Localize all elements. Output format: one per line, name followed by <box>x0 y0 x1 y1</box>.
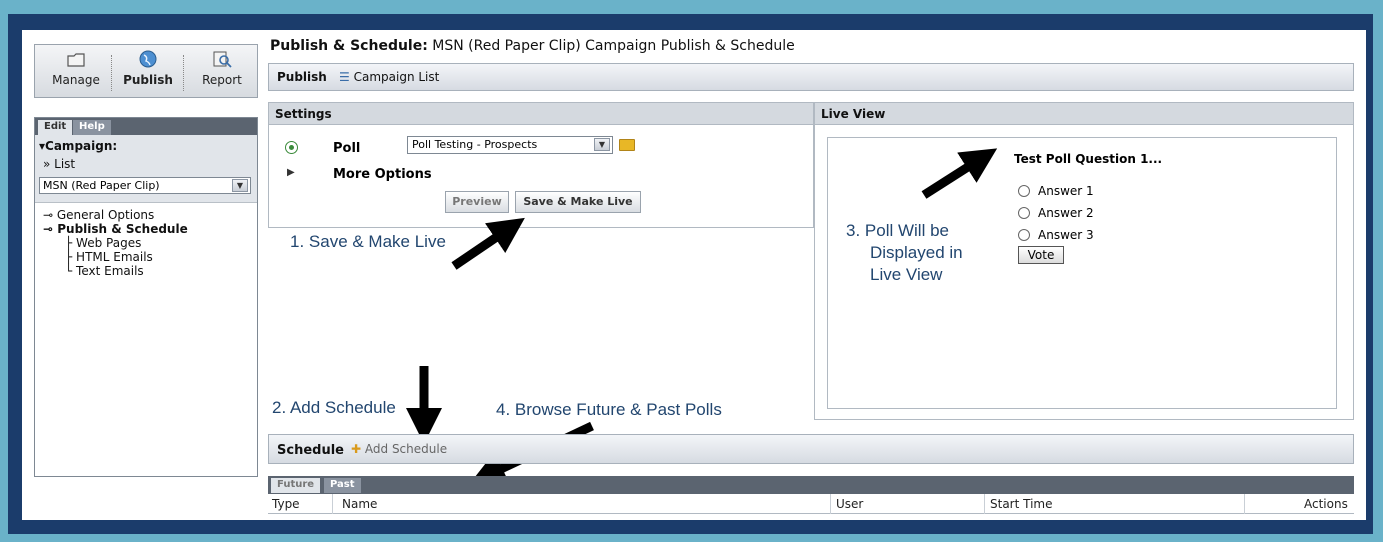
plus-icon: ✚ <box>351 442 362 456</box>
column-user[interactable]: User <box>836 497 863 511</box>
column-start-time[interactable]: Start Time <box>990 497 1053 511</box>
column-actions[interactable]: Actions <box>1304 497 1348 511</box>
schedule-bar: Schedule ✚ Add Schedule <box>268 434 1354 464</box>
tab-future[interactable]: Future <box>271 478 321 493</box>
tab-past[interactable]: Past <box>324 478 361 493</box>
column-type[interactable]: Type <box>272 497 300 511</box>
column-divider <box>984 494 985 514</box>
column-divider <box>1244 494 1245 514</box>
column-divider <box>332 494 333 514</box>
app-window: Manage Publish Report Edit Help ▾Campaig… <box>22 30 1366 520</box>
schedule-table-header: Type Name User Start Time Actions <box>268 494 1354 514</box>
add-schedule-button[interactable]: ✚ Add Schedule <box>351 442 447 456</box>
arrow-to-poll-question <box>921 148 998 199</box>
schedule-tabs: Future Past <box>268 476 1354 494</box>
column-divider <box>830 494 831 514</box>
arrow-to-save-button <box>451 217 525 270</box>
column-name[interactable]: Name <box>342 497 377 511</box>
schedule-label: Schedule <box>277 443 344 458</box>
